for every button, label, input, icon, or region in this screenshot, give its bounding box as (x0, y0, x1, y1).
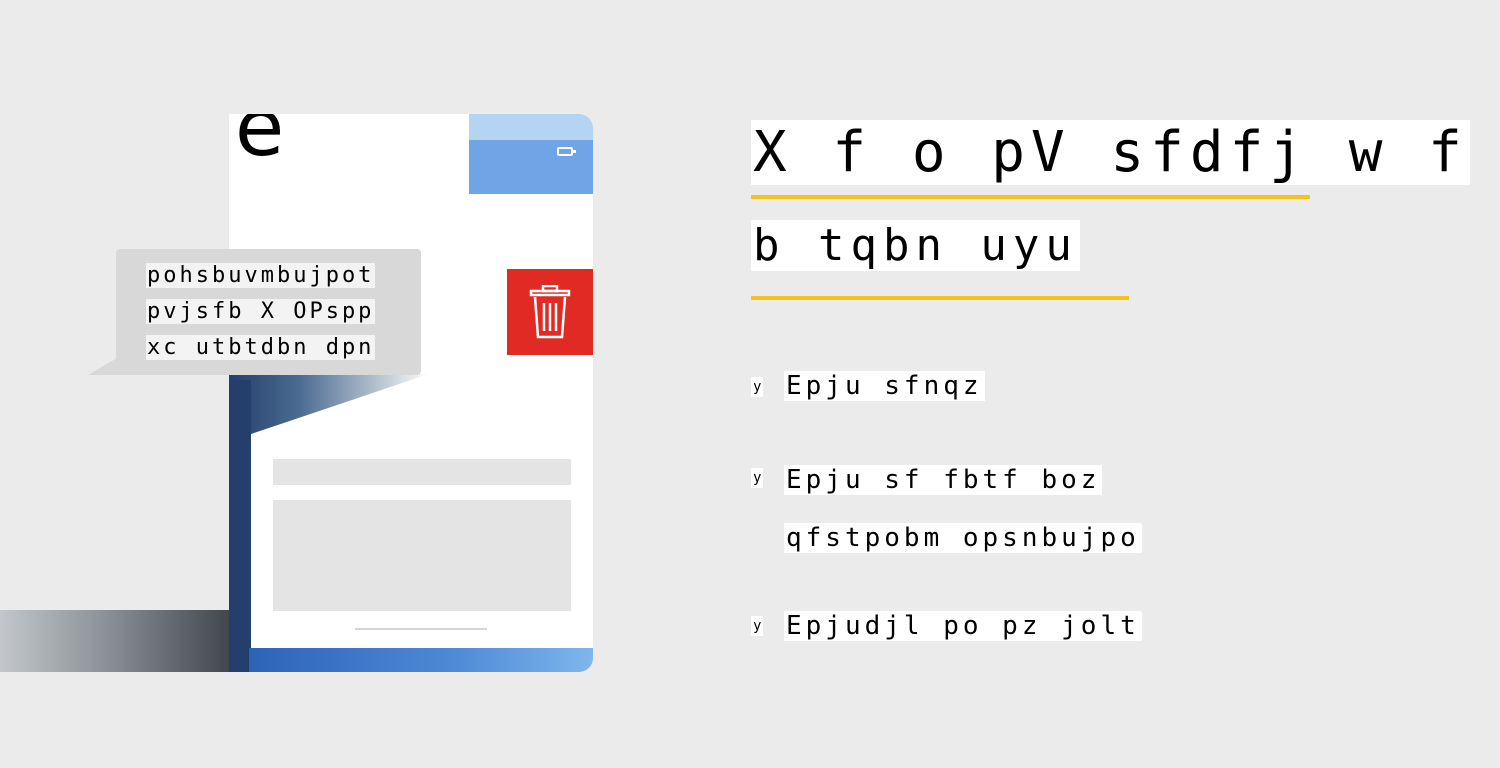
heading-underline-2 (751, 296, 1129, 300)
trash-icon (529, 285, 571, 339)
heading-line-1: X f o pV sfdfj w f (751, 120, 1470, 185)
content-box-placeholder (273, 500, 571, 611)
bubble-text-line-2: pvjsfb X OPspp (146, 299, 376, 324)
list-item-1: Epju sfnqz (784, 371, 985, 401)
battery-icon (557, 147, 576, 156)
list-item-3: Epjudjl po pz jolt (784, 611, 1142, 641)
delete-button[interactable] (507, 269, 593, 355)
list-item-2-line-1: Epju sf fbtf boz (784, 465, 1103, 495)
phone-fold-shadow (229, 374, 429, 434)
list-bullet-3: y (751, 616, 764, 636)
status-bar (469, 114, 593, 140)
list-bullet-1: y (751, 377, 764, 397)
home-indicator (355, 628, 487, 630)
phone-inner-edge (229, 380, 251, 672)
floor-shadow (0, 610, 262, 672)
list-item-2-line-2: qfstpobm opsnbujpo (784, 523, 1142, 553)
heading-underline-1 (751, 195, 1310, 199)
phone-bottom-bar (249, 648, 593, 672)
app-header (469, 140, 593, 194)
bubble-text-line-1: pohsbuvmbujpot (146, 263, 376, 288)
list-bullet-2: y (751, 468, 764, 488)
page-canvas: e pohsbuvmbujpot pvjsfb X OPspp xc utbtd… (0, 0, 1500, 768)
heading-line-2: b tqbn uyu (751, 220, 1080, 271)
text-field-placeholder (273, 459, 571, 485)
phone-corner-glyph: e (235, 114, 285, 174)
bubble-text-line-3: xc utbtdbn dpn (146, 335, 376, 360)
phone-illustration: e (229, 114, 593, 672)
